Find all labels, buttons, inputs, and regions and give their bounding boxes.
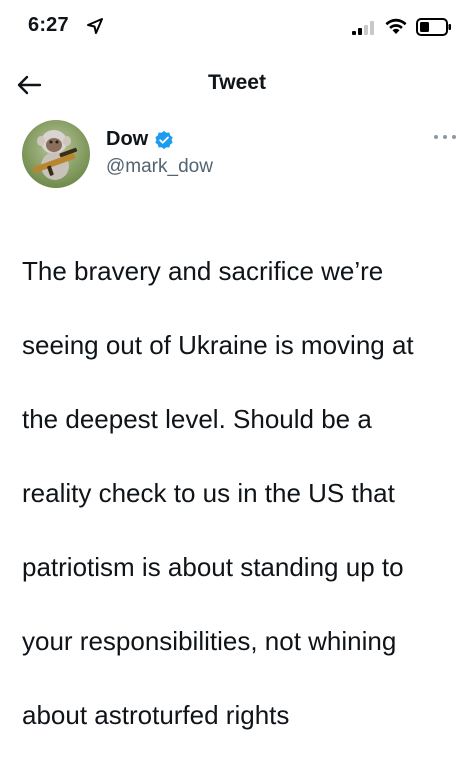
tweet-text-line: about astroturfed rights: [22, 700, 290, 730]
user-handle[interactable]: @mark_dow: [106, 156, 213, 178]
signal-icon: [352, 21, 374, 35]
status-time: 6:27: [28, 14, 69, 36]
battery-icon: [416, 18, 451, 36]
page-title: Tweet: [208, 71, 266, 94]
verified-badge-icon: [155, 130, 173, 149]
avatar-image: [22, 120, 90, 188]
status-bar: 6:27: [0, 0, 474, 52]
display-name-row: Dow: [106, 128, 174, 151]
tweet-text-line: reality check to us in the US that: [22, 478, 395, 508]
location-arrow-icon: [87, 18, 103, 34]
display-name[interactable]: Dow: [106, 128, 148, 151]
tweet-text-line: The bravery and sacrifice we’re: [22, 256, 384, 286]
tweet-text-line: seeing out of Ukraine is moving at: [22, 330, 414, 360]
tweet-header: Tweet: [0, 60, 474, 110]
more-options-icon[interactable]: [432, 132, 458, 142]
tweet-author: Dow @mark_dow: [22, 120, 458, 190]
wifi-icon: [385, 18, 407, 34]
tweet-text-line: the deepest level. Should be a: [22, 404, 372, 434]
tweet-text: The bravery and sacrifice we’re seeing o…: [22, 216, 458, 771]
tweet-text-line: your responsibilities, not whining: [22, 626, 397, 656]
avatar[interactable]: [22, 120, 90, 188]
tweet-text-line: patriotism is about standing up to: [22, 552, 404, 582]
